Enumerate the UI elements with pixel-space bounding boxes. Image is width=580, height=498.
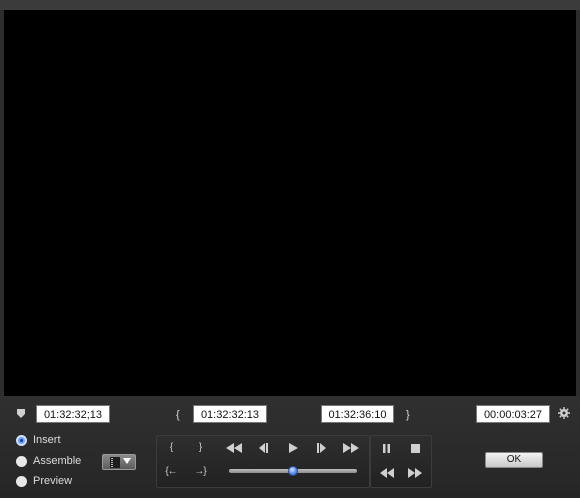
total-duration-timecode-field[interactable]: 00:00:03:27 [476,405,550,423]
fast-forward-icon[interactable] [343,443,359,453]
radio-insert-label: Insert [33,434,61,446]
radio-insert-indicator[interactable] [16,434,27,446]
out-point-timecode-field[interactable]: 01:32:36:10 [321,405,394,423]
shuttle-back-icon[interactable] [380,468,394,478]
shuttle-forward-icon[interactable] [408,468,422,478]
radio-preview[interactable]: Preview [16,474,72,488]
rewind-icon[interactable] [226,443,242,453]
radio-insert[interactable]: Insert [16,433,61,447]
play-icon[interactable] [289,443,298,453]
go-to-in-icon[interactable]: { [160,438,182,458]
play-in-to-out-start-icon[interactable]: {← [160,462,182,482]
gear-icon[interactable] [558,407,570,419]
marker-icon[interactable] [16,408,26,419]
radio-assemble[interactable]: Assemble [16,454,81,468]
radio-assemble-indicator[interactable] [16,455,27,467]
stop-icon[interactable] [411,444,420,453]
mark-in-icon[interactable]: { [176,409,180,421]
track-select-dropdown[interactable] [102,454,136,470]
chevron-down-icon [123,458,131,464]
radio-preview-indicator[interactable] [16,475,27,487]
video-preview [4,10,576,396]
go-to-out-icon[interactable]: } [189,438,211,458]
radio-preview-label: Preview [33,475,73,487]
mark-out-icon[interactable]: } [406,409,410,421]
pause-icon[interactable] [383,444,390,453]
window-top-bar [0,0,580,10]
film-strip-icon [110,457,120,468]
in-point-timecode-field[interactable]: 01:32:32:13 [193,405,267,423]
radio-assemble-label: Assemble [33,455,82,467]
step-back-icon[interactable] [258,443,268,453]
playback-panel [370,435,432,488]
step-forward-icon[interactable] [317,443,327,453]
scrub-slider-thumb[interactable] [288,466,298,476]
ok-button[interactable]: OK [485,452,543,468]
play-to-out-icon[interactable]: →} [189,462,211,482]
duration-timecode-field[interactable]: 01:32:32;13 [36,405,110,423]
